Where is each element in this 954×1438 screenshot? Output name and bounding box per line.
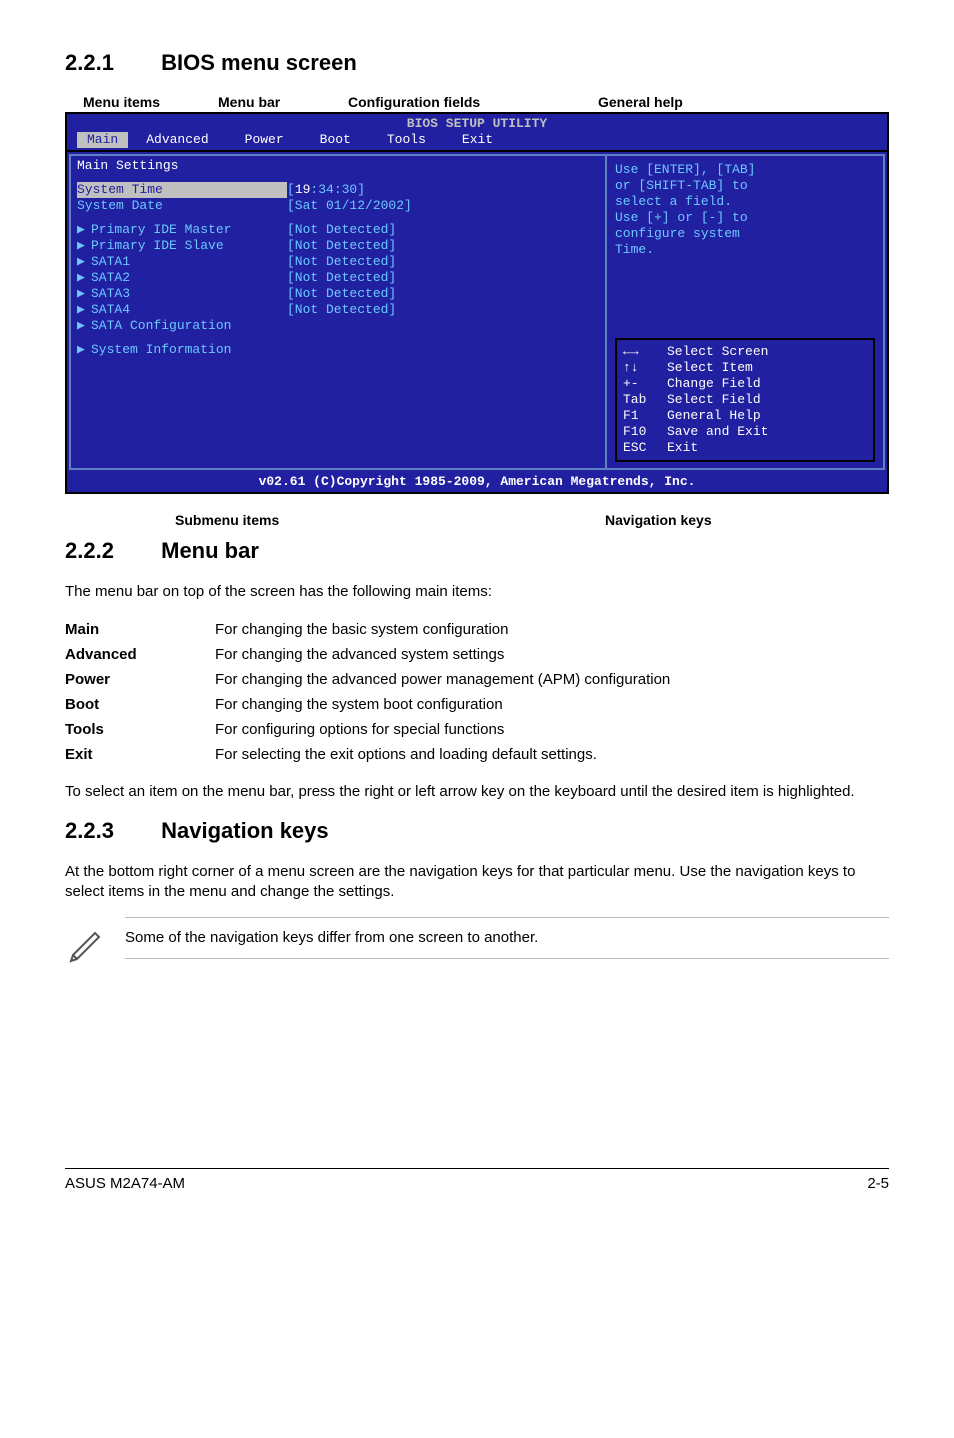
row-system-date[interactable]: System Date [Sat 01/12/2002] xyxy=(77,198,599,214)
value-system-time: [19:34:30] xyxy=(287,182,365,198)
bios-left-pane: Main Settings System Time [19:34:30] Sys… xyxy=(69,154,605,470)
label-system-time: System Time xyxy=(77,182,287,198)
bios-bottom-callouts: Submenu items Navigation keys xyxy=(65,512,889,528)
pencil-icon xyxy=(65,917,125,968)
section-2-2-3-heading: 2.2.3 Navigation keys xyxy=(65,818,889,844)
section-number: 2.2.1 xyxy=(65,50,155,76)
section-number: 2.2.3 xyxy=(65,818,155,844)
footer-left: ASUS M2A74-AM xyxy=(65,1175,185,1192)
callout-submenu-items: Submenu items xyxy=(175,512,605,528)
tab-tools[interactable]: Tools xyxy=(369,132,444,148)
nav-key: Tab xyxy=(623,392,667,408)
chevron-right-icon: ▶ xyxy=(77,286,91,302)
nav-key: +- xyxy=(623,376,667,392)
chevron-right-icon: ▶ xyxy=(77,302,91,318)
table-row: MainFor changing the basic system config… xyxy=(65,617,670,642)
table-row: ExitFor selecting the exit options and l… xyxy=(65,742,670,767)
page-footer: ASUS M2A74-AM 2-5 xyxy=(65,1168,889,1222)
section-title: BIOS menu screen xyxy=(161,50,357,75)
row-sata4[interactable]: ▶ SATA4 [Not Detected] xyxy=(77,302,599,318)
nav-key: ↑↓ xyxy=(623,360,667,376)
tab-main[interactable]: Main xyxy=(77,132,128,148)
section-number: 2.2.2 xyxy=(65,538,155,564)
table-row: BootFor changing the system boot configu… xyxy=(65,692,670,717)
nav-key: ←→ xyxy=(623,344,667,360)
chevron-right-icon: ▶ xyxy=(77,318,91,334)
bios-copyright: v02.61 (C)Copyright 1985-2009, American … xyxy=(67,472,887,492)
note-text: Some of the navigation keys differ from … xyxy=(125,917,889,959)
chevron-right-icon: ▶ xyxy=(77,342,91,358)
row-sata2[interactable]: ▶ SATA2 [Not Detected] xyxy=(77,270,599,286)
tab-advanced[interactable]: Advanced xyxy=(128,132,226,148)
section-2-2-1-heading: 2.2.1 BIOS menu screen xyxy=(65,50,889,76)
callout-menu-bar: Menu bar xyxy=(218,94,348,110)
help-line: or [SHIFT-TAB] to xyxy=(615,178,875,194)
note-box: Some of the navigation keys differ from … xyxy=(65,917,889,968)
help-line: select a field. xyxy=(615,194,875,210)
callout-general-help: General help xyxy=(598,94,683,110)
bios-top-callouts: Menu items Menu bar Configuration fields… xyxy=(65,94,889,110)
value-system-date: [Sat 01/12/2002] xyxy=(287,198,412,214)
tab-boot[interactable]: Boot xyxy=(302,132,369,148)
row-system-time[interactable]: System Time [19:34:30] xyxy=(77,182,599,198)
section-2-2-2-outro: To select an item on the menu bar, press… xyxy=(65,782,889,802)
callout-navigation-keys: Navigation keys xyxy=(605,512,712,528)
bios-menubar: Main Advanced Power Boot Tools Exit xyxy=(67,132,887,150)
row-primary-ide-master[interactable]: ▶ Primary IDE Master [Not Detected] xyxy=(77,222,599,238)
bios-help-pane: Use [ENTER], [TAB] or [SHIFT-TAB] to sel… xyxy=(605,154,885,470)
chevron-right-icon: ▶ xyxy=(77,270,91,286)
row-sata-config[interactable]: ▶ SATA Configuration xyxy=(77,318,599,334)
table-row: AdvancedFor changing the advanced system… xyxy=(65,642,670,667)
section-2-2-2-intro: The menu bar on top of the screen has th… xyxy=(65,582,889,602)
help-line: Use [+] or [-] to xyxy=(615,210,875,226)
section-title: Navigation keys xyxy=(161,818,329,843)
label-system-date: System Date xyxy=(77,198,287,214)
section-2-2-3-body: At the bottom right corner of a menu scr… xyxy=(65,862,889,903)
bios-title: BIOS SETUP UTILITY xyxy=(67,114,887,132)
callout-menu-items: Menu items xyxy=(83,94,218,110)
table-row: ToolsFor configuring options for special… xyxy=(65,717,670,742)
bios-nav-legend: ←→Select Screen ↑↓Select Item +-Change F… xyxy=(615,338,875,462)
row-system-information[interactable]: ▶ System Information xyxy=(77,342,599,358)
main-settings-heading: Main Settings xyxy=(77,158,599,174)
section-title: Menu bar xyxy=(161,538,259,563)
callout-config-fields: Configuration fields xyxy=(348,94,598,110)
chevron-right-icon: ▶ xyxy=(77,222,91,238)
nav-key: F1 xyxy=(623,408,667,424)
table-row: PowerFor changing the advanced power man… xyxy=(65,667,670,692)
row-sata1[interactable]: ▶ SATA1 [Not Detected] xyxy=(77,254,599,270)
help-line: configure system xyxy=(615,226,875,242)
tab-exit[interactable]: Exit xyxy=(444,132,511,148)
chevron-right-icon: ▶ xyxy=(77,238,91,254)
help-line: Time. xyxy=(615,242,875,258)
bios-screen: BIOS SETUP UTILITY Main Advanced Power B… xyxy=(65,112,889,494)
row-primary-ide-slave[interactable]: ▶ Primary IDE Slave [Not Detected] xyxy=(77,238,599,254)
chevron-right-icon: ▶ xyxy=(77,254,91,270)
help-line: Use [ENTER], [TAB] xyxy=(615,162,875,178)
footer-right: 2-5 xyxy=(867,1175,889,1192)
row-sata3[interactable]: ▶ SATA3 [Not Detected] xyxy=(77,286,599,302)
nav-key: F10 xyxy=(623,424,667,440)
tab-power[interactable]: Power xyxy=(227,132,302,148)
section-2-2-2-heading: 2.2.2 Menu bar xyxy=(65,538,889,564)
menu-description-table: MainFor changing the basic system config… xyxy=(65,617,670,767)
nav-key: ESC xyxy=(623,440,667,456)
